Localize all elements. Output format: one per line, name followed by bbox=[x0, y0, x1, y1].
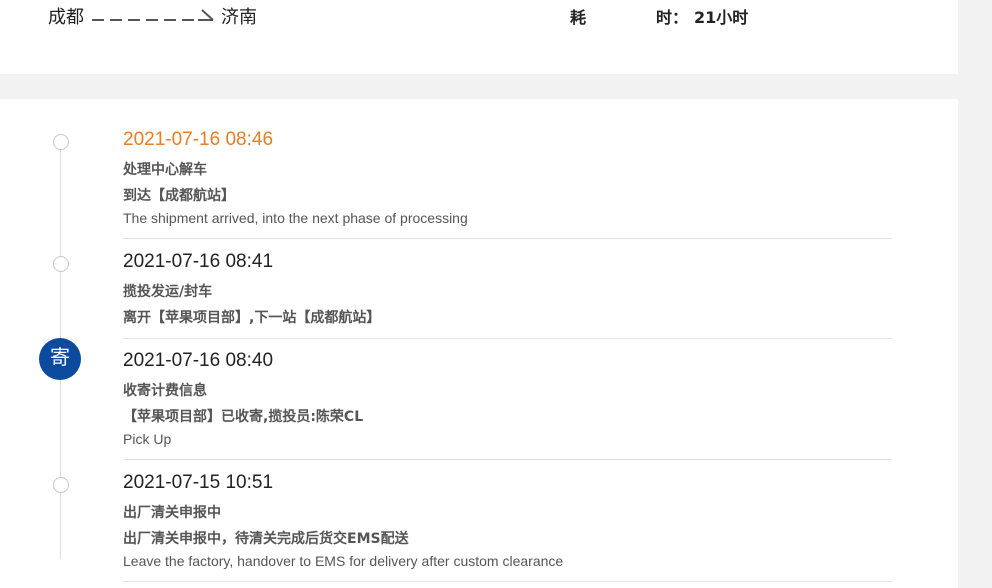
section-divider bbox=[0, 74, 958, 99]
event-separator bbox=[123, 338, 892, 339]
route-arrow-icon bbox=[92, 9, 214, 21]
duration-label-2: 时： bbox=[656, 8, 689, 27]
route-header: 成都 济南 耗 时： 21小时 bbox=[0, 0, 958, 74]
event-detail: 到达【成都航站】 bbox=[123, 188, 235, 204]
right-gutter bbox=[958, 0, 992, 588]
tracking-event: 2021-07-15 10:51 出厂清关申报中 出厂清关申报中，待清关完成后货… bbox=[123, 472, 893, 569]
tracking-event: 2021-07-16 08:40 收寄计费信息 【苹果项目部】已收寄,揽投员:陈… bbox=[123, 350, 893, 447]
route-destination: 济南 bbox=[221, 7, 257, 28]
event-separator bbox=[123, 238, 892, 239]
route-origin: 成都 bbox=[48, 7, 84, 28]
event-status: 出厂清关申报中 bbox=[123, 505, 221, 521]
timeline-node-icon bbox=[53, 256, 69, 272]
event-status: 处理中心解车 bbox=[123, 162, 207, 178]
tracking-event: 2021-07-16 08:41 揽投发运/封车 离开【苹果项目部】,下一站【成… bbox=[123, 251, 893, 327]
event-separator bbox=[123, 459, 892, 460]
timeline-node-icon bbox=[53, 134, 69, 150]
event-status: 收寄计费信息 bbox=[123, 383, 207, 399]
posted-badge-icon: 寄 bbox=[39, 338, 81, 380]
event-detail: 离开【苹果项目部】,下一站【成都航站】 bbox=[123, 310, 381, 326]
event-status: 揽投发运/封车 bbox=[123, 284, 213, 300]
event-time: 2021-07-16 08:41 bbox=[123, 251, 274, 272]
tracking-event: 2021-07-16 08:46 处理中心解车 到达【成都航站】 The shi… bbox=[123, 129, 893, 226]
event-detail: 出厂清关申报中，待清关完成后货交EMS配送 bbox=[123, 531, 409, 547]
event-english: Pick Up bbox=[123, 431, 172, 447]
event-time: 2021-07-16 08:40 bbox=[123, 350, 274, 371]
event-detail: 【苹果项目部】已收寄,揽投员:陈荣CL bbox=[123, 409, 364, 425]
event-time: 2021-07-16 08:46 bbox=[123, 129, 274, 150]
duration-value: 21小时 bbox=[694, 8, 749, 27]
event-time: 2021-07-15 10:51 bbox=[123, 472, 274, 493]
event-separator bbox=[123, 581, 892, 582]
tracking-timeline: 寄 2021-07-16 08:46 处理中心解车 到达【成都航站】 The s… bbox=[0, 99, 958, 588]
event-english: The shipment arrived, into the next phas… bbox=[123, 210, 468, 226]
duration-label-1: 耗 bbox=[570, 8, 587, 27]
timeline-node-icon bbox=[53, 477, 69, 493]
event-english: Leave the factory, handover to EMS for d… bbox=[123, 553, 564, 569]
